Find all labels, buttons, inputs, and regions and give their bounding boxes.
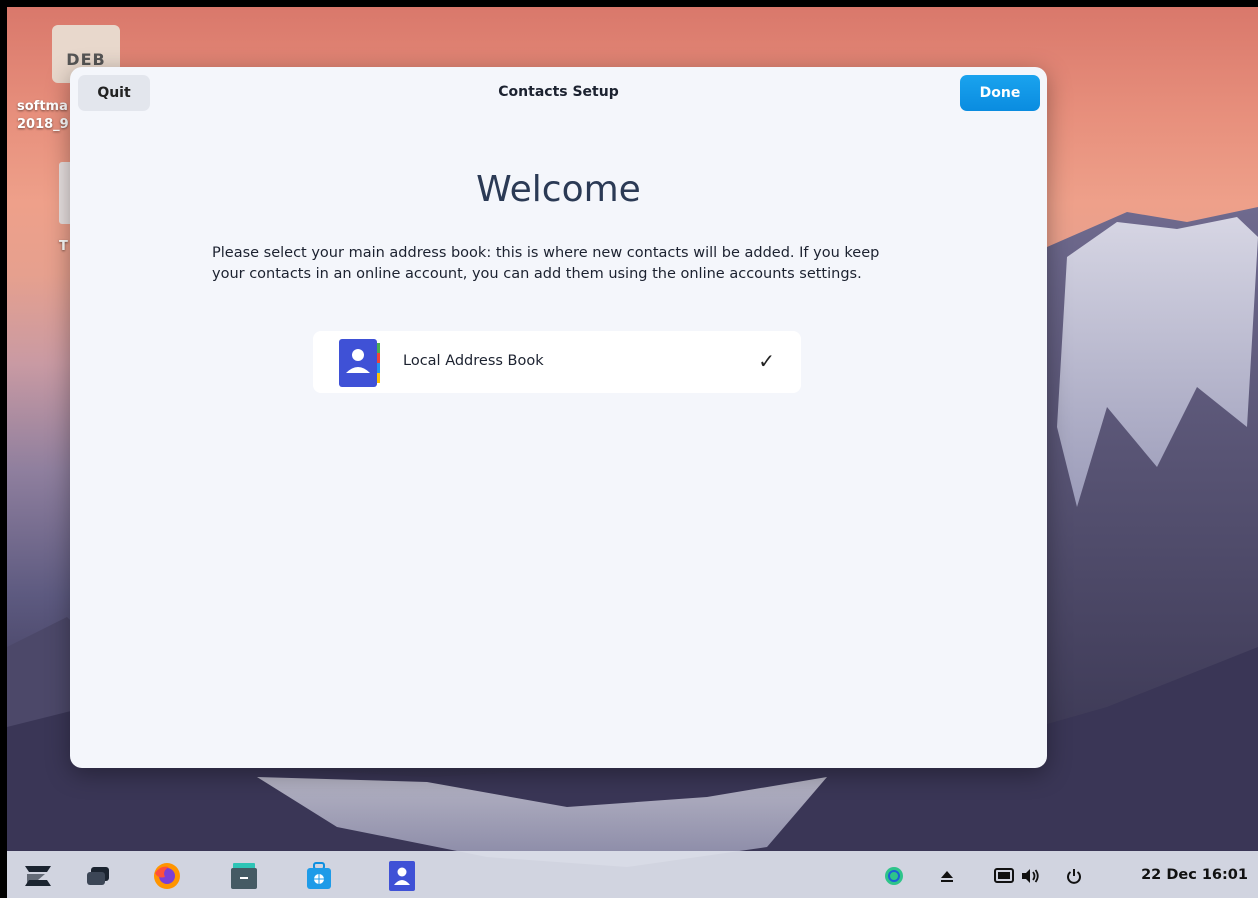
dialog-title: Contacts Setup [498,84,619,100]
address-book-icon [339,339,380,387]
done-button[interactable]: Done [960,75,1040,111]
clock[interactable]: 22 Dec 16:01 [1141,867,1248,883]
display-icon[interactable] [993,865,1015,887]
software-store-icon[interactable] [304,861,334,891]
desktop-icon-label-2[interactable]: T [59,239,68,254]
contacts-setup-dialog: Quit Contacts Setup Done Welcome Please … [70,67,1047,768]
volume-icon[interactable] [1019,865,1041,887]
desktop-icon-sublabel: 2018_9 [17,117,69,132]
files-icon[interactable] [229,861,259,891]
workspaces-icon[interactable] [83,861,113,891]
welcome-description: Please select your main address book: th… [212,245,880,282]
taskbar: 22 Dec 16:01 [7,851,1258,898]
power-icon[interactable] [1063,865,1085,887]
update-icon[interactable] [883,865,905,887]
welcome-heading: Welcome [476,169,641,210]
eject-icon[interactable] [936,865,958,887]
address-book-row-local[interactable]: Local Address Book ✓ [313,331,801,393]
contacts-icon[interactable] [387,861,417,891]
firefox-icon[interactable] [152,861,182,891]
address-book-label: Local Address Book [403,353,544,369]
checkmark-icon: ✓ [758,349,775,373]
zorin-menu-icon[interactable] [23,861,53,891]
desktop-icon-label[interactable]: softma [17,99,68,114]
